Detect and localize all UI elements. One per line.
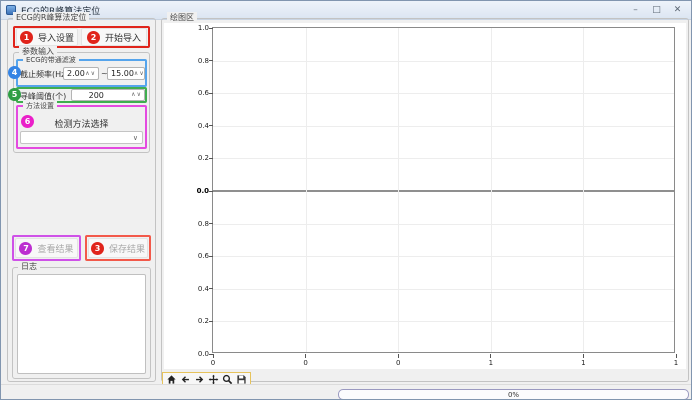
y-tick-label: 1.0 [189,24,209,32]
x-tick-label: 1 [481,359,501,367]
spin-down-icon[interactable]: ∨ [91,71,95,77]
progress-bar: 0% [338,389,689,400]
x-tick [490,354,491,358]
peak-threshold-spinbox[interactable]: 200 ∧ ∨ [71,89,145,101]
step-badge-7: 7 [19,242,32,255]
y-gridline [213,158,674,159]
y-tick [209,256,213,257]
y-tick-label: 0.2 [189,317,209,325]
y-tick-label: 0.2 [189,154,209,162]
x-tick [398,354,399,358]
y-tick [209,125,213,126]
statusbar: 0% [1,384,691,400]
log-group-title: 日志 [18,261,40,272]
step-badge-3: 3 [91,242,104,255]
subplot-divider [213,190,674,192]
import-settings-button[interactable]: 1 导入设置 [16,28,78,46]
x-tick [676,354,677,358]
high-cutoff-value: 15.00 [111,69,134,78]
y-gridline [213,289,674,290]
save-results-button[interactable]: 3 保存结果 [88,238,148,258]
y-tick [209,28,213,29]
x-tick [305,354,306,358]
x-tick [583,354,584,358]
combo-arrow-icon: ∨ [133,134,138,142]
step-badge-4: 4 [8,66,21,79]
spin-up-icon[interactable]: ∧ [131,92,135,98]
y-tick-label: 0.8 [189,57,209,65]
close-icon[interactable]: ✕ [669,4,686,17]
y-gridline [213,321,674,322]
view-results-button[interactable]: 7 查看结果 [15,238,78,258]
method-group-title: 方法设置 [23,101,57,111]
view-results-label: 查看结果 [37,242,73,255]
spin-up-icon[interactable]: ∧ [134,71,138,77]
y-tick [209,288,213,289]
y-tick-label: 0.4 [189,122,209,130]
app-window: ECG的R峰算法定位 – □ ✕ ECG的R峰算法定位 1 导入设置 2 开始导… [0,0,692,400]
spin-up-icon[interactable]: ∧ [85,71,89,77]
x-gridline [583,28,584,352]
plot-axes[interactable]: 0001111.00.80.60.40.20.00.80.60.40.20.0 [212,27,675,353]
low-cutoff-spinbox[interactable]: 2.00 ∧ ∨ [63,67,99,80]
log-group: 日志 [12,267,151,379]
x-tick-label: 0 [203,359,223,367]
x-gridline [491,28,492,352]
save-results-label: 保存结果 [109,242,145,255]
y-tick [209,321,213,322]
y-gridline [213,93,674,94]
y-gridline [213,256,674,257]
y-tick [209,354,213,355]
low-cutoff-value: 2.00 [67,69,85,78]
spin-down-icon[interactable]: ∨ [137,92,141,98]
high-cutoff-spinbox[interactable]: 15.00 ∧ ∨ [107,67,145,80]
y-tick [209,191,213,192]
bandpass-group-title: ECG的带通滤波 [23,55,79,65]
y-gridline [213,224,674,225]
x-tick-label: 0 [388,359,408,367]
y-tick [209,60,213,61]
start-import-button[interactable]: 2 开始导入 [81,28,147,46]
y-tick-label: 0.0 [189,187,209,195]
y-tick [209,158,213,159]
log-output[interactable] [17,274,146,374]
x-gridline [398,28,399,352]
plot-canvas[interactable]: 0 0 0 1 1 1 1.0 0.8 0.6 0.4 0.2 0.0 0.8 0.6 0.4 0.2 0.0 [164,23,686,369]
y-tick [209,223,213,224]
plot-panel-group-title: 绘图区 [167,12,197,23]
minimize-icon[interactable]: – [627,4,644,17]
import-settings-label: 导入设置 [38,31,74,44]
x-tick-label: 1 [573,359,593,367]
left-panel-group-title: ECG的R峰算法定位 [13,12,89,23]
start-import-label: 开始导入 [105,31,141,44]
x-tick [213,354,214,358]
method-combobox[interactable]: ∨ [20,131,143,144]
x-gridline [306,28,307,352]
y-tick-label: 0.4 [189,285,209,293]
peak-threshold-value: 200 [89,91,104,100]
progress-value: 0% [508,391,519,399]
spin-down-icon[interactable]: ∨ [139,71,143,77]
y-tick-label: 0.6 [189,252,209,260]
maximize-icon[interactable]: □ [648,4,665,17]
x-tick-label: 0 [296,359,316,367]
y-tick-label: 0.8 [189,220,209,228]
y-tick-label: 0.6 [189,89,209,97]
y-gridline [213,61,674,62]
method-select-label: 检测方法选择 [16,117,147,130]
y-tick [209,93,213,94]
step-badge-2: 2 [87,31,100,44]
y-tick-label: 0.0 [189,350,209,358]
y-gridline [213,126,674,127]
step-badge-5: 5 [8,88,21,101]
step-badge-1: 1 [20,31,33,44]
x-tick-label: 1 [666,359,686,367]
